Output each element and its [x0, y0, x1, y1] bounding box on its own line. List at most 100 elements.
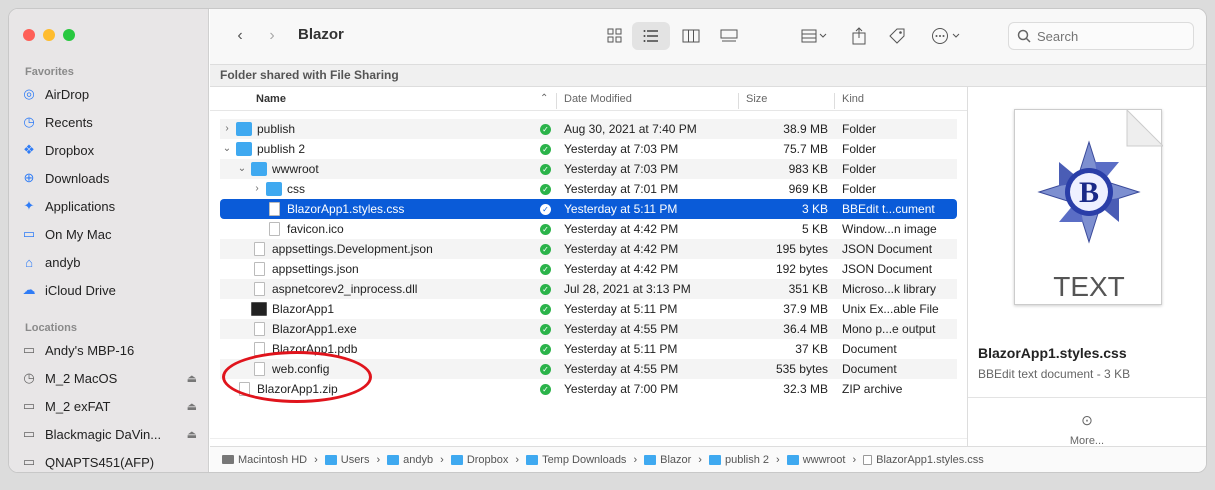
disclosure-triangle-icon[interactable]: ⌄ — [237, 163, 247, 174]
file-row[interactable]: favicon.ico ✓ Yesterday at 4:42 PM 5 KB Wind… — [220, 219, 957, 239]
sidebar-item[interactable]: ◷ M_2 MacOS ⏏ — [21, 367, 201, 389]
file-row[interactable]: › css ✓ Yesterday at 7:01 PM 969 KB Folder — [220, 179, 957, 199]
sidebar-item[interactable]: ▭ Andy's MBP-16 — [21, 339, 201, 361]
file-name: BlazorApp1 — [272, 302, 335, 316]
laptop-icon: ▭ — [22, 342, 36, 357]
date-column-header[interactable]: Date Modified — [564, 93, 632, 105]
path-segment[interactable]: Dropbox — [450, 453, 509, 466]
file-kind: Window...n image — [842, 222, 937, 236]
sidebar-item[interactable]: ▭ On My Mac — [21, 223, 201, 245]
file-kind: JSON Document — [842, 262, 933, 276]
synced-check-icon: ✓ — [540, 344, 551, 355]
sidebar-item[interactable]: ▭ QNAPTS451(AFP) — [21, 451, 201, 472]
sidebar-item[interactable]: ▭ Blackmagic DaVin... ⏏ — [21, 423, 201, 445]
file-date: Yesterday at 5:11 PM — [564, 342, 678, 356]
file-date: Yesterday at 4:55 PM — [564, 322, 679, 336]
size-column-header[interactable]: Size — [746, 93, 767, 105]
gallery-view-button[interactable] — [710, 22, 748, 50]
disclosure-triangle-icon[interactable]: › — [222, 123, 232, 134]
locations-heading: Locations — [25, 322, 77, 334]
sidebar-item[interactable]: ⊕ Downloads — [21, 167, 201, 189]
column-divider[interactable] — [556, 93, 557, 109]
eject-icon[interactable]: ⏏ — [187, 400, 197, 413]
file-row[interactable]: appsettings.json ✓ Yesterday at 4:42 PM 192… — [220, 259, 957, 279]
file-row[interactable]: ⌄ publish 2 ✓ Yesterday at 7:03 PM 75.7 MB Fo… — [220, 139, 957, 159]
icon-view-button[interactable] — [596, 22, 634, 50]
column-divider[interactable] — [834, 93, 835, 109]
path-segment[interactable]: BlazorApp1.styles.css — [863, 454, 984, 466]
eject-icon[interactable]: ⏏ — [187, 372, 197, 385]
more-button[interactable]: ⊙ More... — [968, 397, 1206, 447]
annotation-circle — [222, 351, 372, 403]
minimize-button[interactable] — [43, 29, 55, 41]
sidebar-item-label: AirDrop — [45, 86, 90, 102]
shared-banner: Folder shared with File Sharing — [210, 64, 1206, 87]
path-separator-icon: › — [515, 453, 520, 466]
sidebar-item[interactable]: ⌂ andyb — [21, 251, 201, 273]
file-row[interactable]: ⌄ wwwroot ✓ Yesterday at 7:03 PM 983 KB Folde… — [220, 159, 957, 179]
close-button[interactable] — [23, 29, 35, 41]
group-by-icon — [801, 29, 827, 43]
zoom-button[interactable] — [63, 29, 75, 41]
sidebar-item[interactable]: ❖ Dropbox — [21, 139, 201, 161]
file-date: Yesterday at 7:00 PM — [564, 382, 679, 396]
forward-button[interactable]: › — [262, 24, 282, 48]
list-view-button[interactable] — [632, 22, 670, 50]
path-segment[interactable]: Macintosh HD — [222, 454, 307, 466]
file-name: BlazorApp1.styles.css — [287, 202, 405, 216]
file-icon — [269, 222, 280, 236]
sidebar-item[interactable]: ☁ iCloud Drive — [21, 279, 201, 301]
tag-button[interactable] — [878, 22, 916, 50]
path-segment-label: Users — [340, 453, 370, 466]
path-segment[interactable]: Blazor — [644, 454, 691, 466]
file-row[interactable]: appsettings.Development.json ✓ Yesterday a… — [220, 239, 957, 259]
group-button[interactable] — [794, 22, 834, 50]
path-segment[interactable]: wwwroot — [786, 454, 845, 466]
eject-icon[interactable]: ⏏ — [187, 428, 197, 441]
synced-check-icon: ✓ — [540, 124, 551, 135]
file-row[interactable]: › publish ✓ Aug 30, 2021 at 7:40 PM 38.9 MB F… — [220, 119, 957, 139]
file-size: 195 bytes — [775, 242, 828, 256]
sidebar-item[interactable]: ◷ Recents — [21, 111, 201, 133]
back-button[interactable]: ‹ — [230, 24, 250, 48]
file-row[interactable]: aspnetcorev2_inprocess.dll ✓ Jul 28, 2021 … — [220, 279, 957, 299]
file-kind: Mono p...e output — [842, 322, 936, 336]
path-segment-label: Macintosh HD — [238, 453, 308, 466]
file-kind: Folder — [842, 182, 877, 196]
sidebar-item-label: Applications — [45, 198, 116, 214]
file-kind: Document — [842, 362, 897, 376]
file-icon — [254, 242, 265, 256]
path-segment[interactable]: andyb — [387, 454, 433, 466]
file-row[interactable]: BlazorApp1.styles.css ✓ Yesterday at 5:11 … — [220, 199, 957, 219]
search-field[interactable] — [1008, 22, 1194, 50]
path-segment[interactable]: Users — [324, 453, 370, 466]
synced-check-icon: ✓ — [540, 164, 551, 175]
download-icon: ⊕ — [23, 170, 35, 185]
path-segment[interactable]: publish 2 — [708, 454, 769, 466]
file-name: BlazorApp1.exe — [272, 322, 357, 336]
file-kind: Folder — [842, 122, 877, 136]
disclosure-triangle-icon[interactable]: › — [252, 183, 262, 194]
drive-icon — [222, 455, 234, 464]
file-row[interactable]: BlazorApp1 ✓ Yesterday at 5:11 PM 37.9 MB Un… — [220, 299, 957, 319]
path-segment[interactable]: Temp Downloads — [526, 454, 626, 466]
search-icon — [1017, 29, 1031, 43]
sidebar-item[interactable]: ◎ AirDrop — [21, 83, 201, 105]
path-segment-label: Dropbox — [466, 453, 509, 466]
name-column-header[interactable]: Name — [256, 93, 286, 105]
sidebar: Favorites ◎ AirDrop ◷ Recents ❖ Dropbox ⊕ Downl… — [9, 9, 209, 472]
share-button[interactable] — [840, 22, 878, 50]
kind-column-header[interactable]: Kind — [842, 93, 864, 105]
disclosure-triangle-icon[interactable]: ⌄ — [222, 143, 232, 154]
synced-check-icon: ✓ — [540, 364, 551, 375]
preview-badge-letter: B — [1079, 176, 1099, 209]
folder-icon — [266, 182, 282, 196]
column-view-button[interactable] — [672, 22, 710, 50]
column-divider[interactable] — [738, 93, 739, 109]
file-name: appsettings.json — [272, 262, 359, 276]
sidebar-item[interactable]: ▭ M_2 exFAT ⏏ — [21, 395, 201, 417]
file-row[interactable]: BlazorApp1.exe ✓ Yesterday at 4:55 PM 36.4 … — [220, 319, 957, 339]
search-input[interactable] — [1037, 28, 1187, 44]
sidebar-item[interactable]: ✦ Applications — [21, 195, 201, 217]
action-menu-button[interactable] — [924, 22, 968, 50]
